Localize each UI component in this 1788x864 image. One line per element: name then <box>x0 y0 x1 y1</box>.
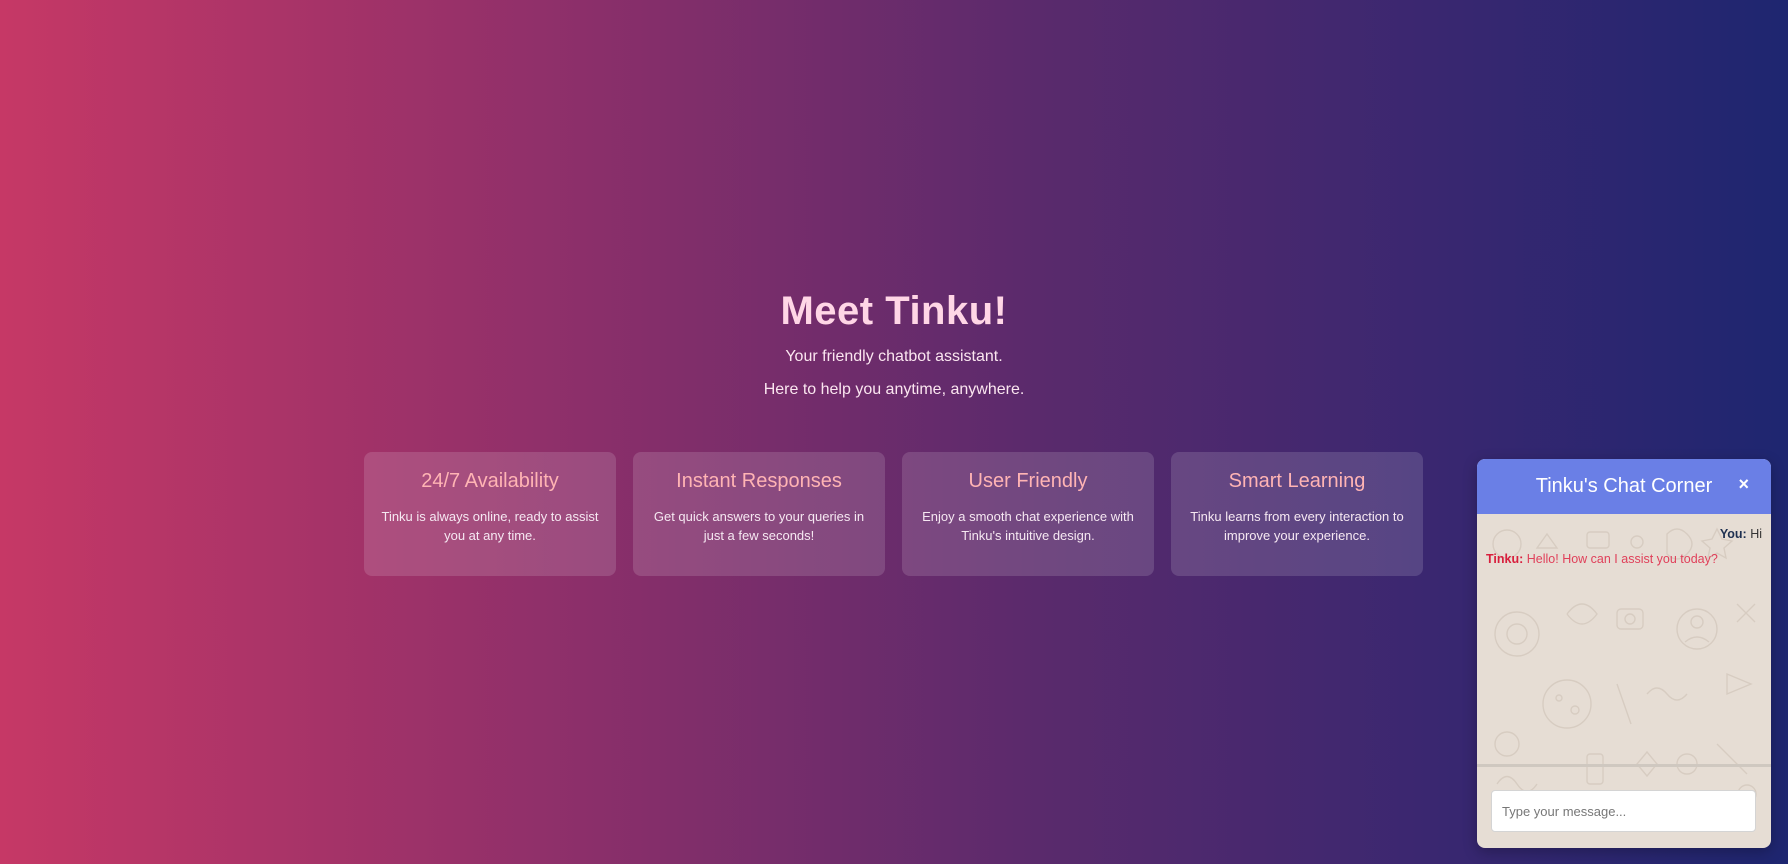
feature-description: Tinku is always online, ready to assist … <box>381 509 599 543</box>
message-text: Hi <box>1750 527 1762 541</box>
message-sender: Tinku: <box>1486 552 1524 566</box>
chat-divider <box>1477 764 1771 767</box>
feature-card-availability: 24/7 Availability Tinku is always online… <box>364 452 616 576</box>
chat-input-container <box>1491 790 1756 832</box>
feature-title: User Friendly <box>968 470 1088 492</box>
hero-section: Meet Tinku! Your friendly chatbot assist… <box>0 283 1788 400</box>
feature-title: 24/7 Availability <box>421 470 559 492</box>
feature-card-instant-responses: Instant Responses Get quick answers to y… <box>633 452 885 576</box>
message-user: You: Hi <box>1486 526 1762 542</box>
hero-subtitle: Your friendly chatbot assistant. <box>785 348 1003 365</box>
page-title: Meet Tinku! <box>780 289 1008 333</box>
chat-title: Tinku's Chat Corner <box>1535 475 1713 497</box>
feature-card-user-friendly: User Friendly Enjoy a smooth chat experi… <box>902 452 1154 576</box>
features-row: 24/7 Availability Tinku is always online… <box>364 452 1423 576</box>
chat-header: Tinku's Chat Corner × <box>1477 459 1771 514</box>
feature-title: Instant Responses <box>676 470 842 492</box>
feature-description: Tinku learns from every interaction to i… <box>1190 509 1404 543</box>
message-text: Hello! How can I assist you today? <box>1526 552 1718 566</box>
feature-card-smart-learning: Smart Learning Tinku learns from every i… <box>1171 452 1423 576</box>
hero-tagline: Here to help you anytime, anywhere. <box>763 381 1025 398</box>
feature-description: Get quick answers to your queries in jus… <box>653 509 865 543</box>
message-bot: Tinku: Hello! How can I assist you today… <box>1486 551 1762 567</box>
close-icon[interactable]: × <box>1738 474 1749 495</box>
feature-title: Smart Learning <box>1228 470 1366 492</box>
message-sender: You: <box>1719 527 1747 541</box>
feature-description: Enjoy a smooth chat experience with Tink… <box>922 509 1134 543</box>
message-input[interactable] <box>1491 790 1756 832</box>
chat-widget: Tinku's Chat Corner × You: Hi Tinku: Hel… <box>1477 459 1771 848</box>
chat-messages[interactable]: You: Hi Tinku: Hello! How can I assist y… <box>1477 514 1771 825</box>
